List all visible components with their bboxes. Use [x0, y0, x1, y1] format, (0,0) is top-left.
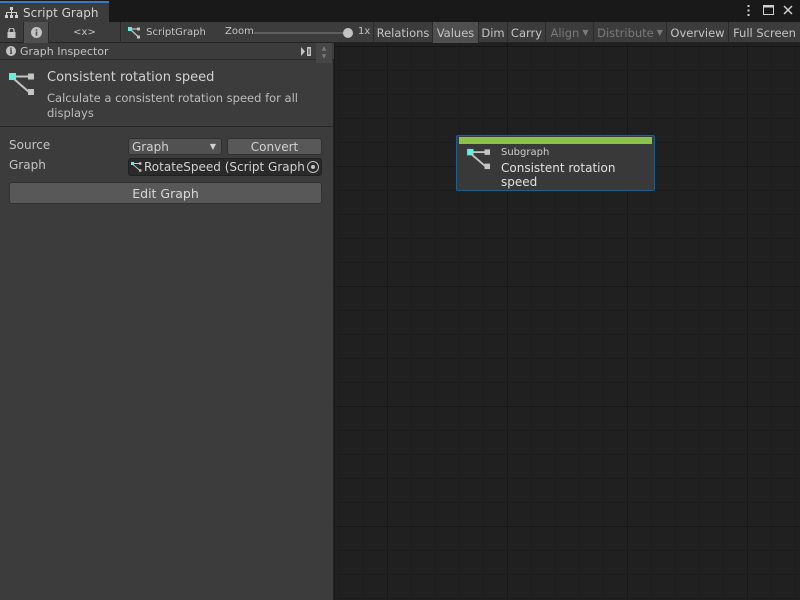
convert-label: Convert — [250, 139, 299, 154]
edit-graph-label: Edit Graph — [132, 185, 199, 201]
script-graph-asset-icon — [131, 162, 142, 172]
dim-button[interactable]: Dim — [479, 22, 508, 43]
tab-script-graph[interactable]: Script Graph — [0, 1, 109, 22]
lock-button[interactable] — [0, 22, 24, 43]
info-button[interactable] — [24, 22, 49, 43]
macro-description: Calculate a consistent rotation speed fo… — [47, 91, 298, 120]
more-vert-icon[interactable] — [742, 3, 754, 17]
overview-label: Overview — [670, 25, 725, 40]
node-kind: Subgraph — [501, 147, 550, 158]
relations-button[interactable]: Relations — [373, 22, 433, 43]
window-tab-strip: Script Graph — [0, 0, 800, 22]
source-label: Source — [9, 138, 51, 152]
object-picker-icon[interactable] — [307, 161, 319, 173]
align-dropdown[interactable]: Align ▼ — [546, 22, 594, 43]
align-label: Align — [550, 25, 580, 40]
subgraph-icon — [467, 148, 490, 170]
dim-label: Dim — [481, 25, 505, 40]
inspector-title: Graph Inspector — [20, 44, 109, 58]
macro-title: Consistent rotation speed — [47, 70, 215, 85]
full-screen-button[interactable]: Full Screen — [729, 22, 800, 43]
subgraph-icon — [9, 73, 34, 95]
scroll-buttons[interactable]: ▲ ▼ — [316, 43, 332, 63]
node-header-bar — [459, 137, 652, 144]
maximize-icon[interactable] — [762, 3, 774, 17]
chevron-down-icon: ▼ — [582, 28, 589, 37]
canvas-grid — [335, 43, 800, 600]
tab-title: Script Graph — [23, 5, 99, 20]
relations-label: Relations — [376, 25, 430, 40]
graph-value: RotateSpeed (Script Graph A — [144, 160, 317, 174]
variables-icon: <x> — [73, 27, 96, 38]
info-icon: i — [6, 46, 16, 56]
script-graph-icon — [128, 26, 141, 38]
convert-button[interactable]: Convert — [227, 138, 322, 155]
distribute-label: Distribute — [597, 25, 654, 40]
values-button[interactable]: Values — [433, 22, 479, 43]
carry-button[interactable]: Carry — [508, 22, 546, 43]
full-screen-label: Full Screen — [733, 25, 796, 40]
source-dropdown[interactable]: Graph ▼ — [128, 138, 222, 155]
graph-object-field[interactable]: RotateSpeed (Script Graph A — [128, 158, 322, 176]
zoom-value: 1x — [358, 26, 371, 37]
scroll-up-icon[interactable]: ▲ — [322, 45, 327, 53]
hierarchy-icon — [5, 6, 18, 18]
collapse-panel-button[interactable] — [298, 44, 314, 59]
breadcrumb-scriptgraph[interactable]: ScriptGraph — [121, 22, 213, 43]
graph-label: Graph — [9, 158, 46, 172]
distribute-dropdown[interactable]: Distribute ▼ — [594, 22, 667, 43]
window-controls — [742, 3, 794, 17]
inspector-header: i Graph Inspector — [0, 43, 334, 60]
info-icon — [30, 27, 42, 38]
breadcrumb-label: ScriptGraph — [146, 27, 206, 38]
subgraph-node[interactable]: Subgraph Consistent rotation speed — [456, 135, 655, 191]
node-title: Consistent rotation speed — [501, 161, 616, 189]
zoom-label: Zoom — [225, 26, 254, 37]
chevron-down-icon: ▼ — [656, 28, 663, 37]
chevron-down-icon: ▼ — [209, 142, 216, 151]
graph-inspector-panel: i Graph Inspector ▲ ▼ Consistent rotatio… — [0, 43, 334, 600]
source-value: Graph — [132, 139, 169, 154]
divider — [0, 126, 334, 127]
graph-canvas[interactable] — [335, 43, 800, 600]
graph-toolbar: <x> ScriptGraph Zoom 1x Relations Values… — [0, 22, 800, 43]
carry-label: Carry — [510, 25, 543, 40]
zoom-slider-thumb[interactable] — [343, 28, 353, 38]
edit-graph-button[interactable]: Edit Graph — [9, 182, 322, 204]
values-label: Values — [436, 25, 475, 40]
collapse-right-icon — [301, 47, 311, 56]
zoom-slider-track[interactable] — [254, 32, 348, 34]
scroll-down-icon[interactable]: ▼ — [322, 53, 327, 61]
close-icon[interactable] — [782, 3, 794, 17]
overview-button[interactable]: Overview — [667, 22, 729, 43]
variables-button[interactable]: <x> — [49, 22, 121, 43]
lock-icon — [7, 27, 16, 38]
